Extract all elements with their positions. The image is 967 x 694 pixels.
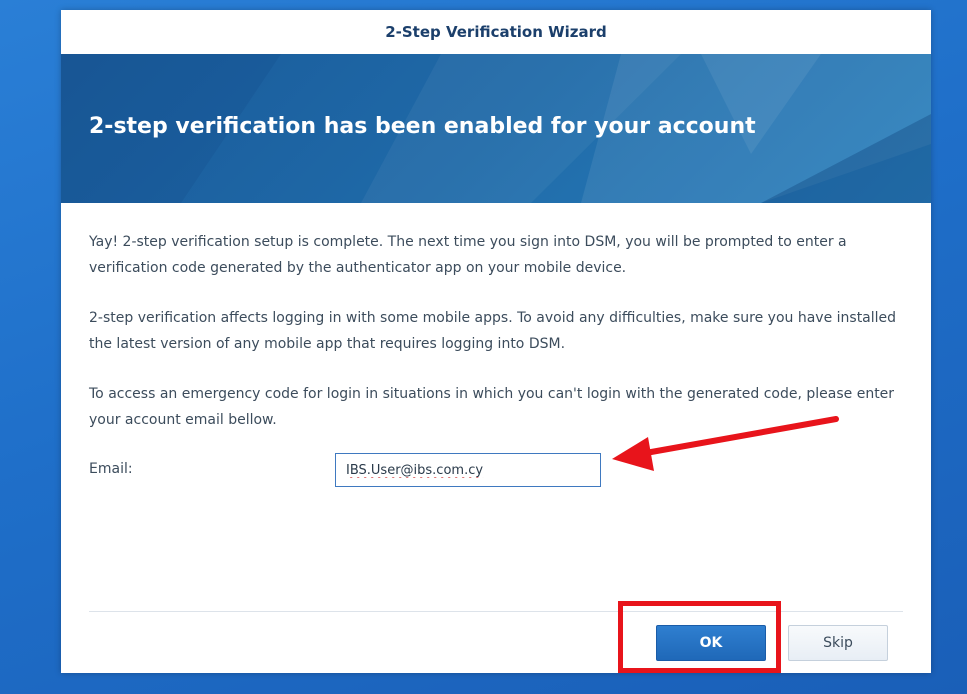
banner-title: 2-step verification has been enabled for…	[89, 114, 756, 139]
setup-complete-text: Yay! 2-step verification setup is comple…	[89, 234, 847, 276]
header-banner: 2-step verification has been enabled for…	[61, 54, 931, 203]
email-field[interactable]	[335, 453, 601, 487]
emergency-code-text: To access an emergency code for login in…	[89, 386, 895, 428]
wizard-dialog: 2-Step Verification Wizard 2-step verifi…	[61, 10, 931, 673]
dialog-content: Yay! 2-step verification setup is comple…	[61, 203, 931, 433]
ok-highlight-box	[618, 601, 781, 673]
email-label: Email:	[89, 461, 133, 477]
mobile-apps-text: 2-step verification affects logging in w…	[89, 310, 897, 352]
dialog-title: 2-Step Verification Wizard	[61, 10, 931, 54]
email-row: Email:	[89, 453, 689, 491]
skip-button[interactable]: Skip	[788, 625, 888, 661]
